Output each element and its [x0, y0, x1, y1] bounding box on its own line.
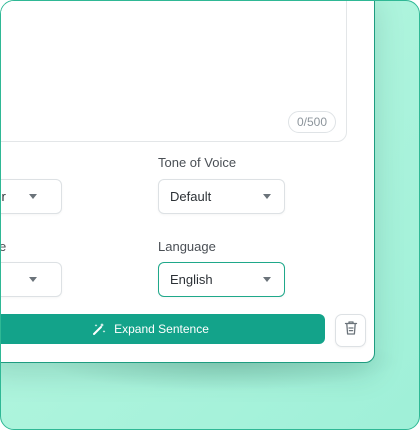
trash-icon — [344, 320, 358, 341]
left-label-2: ence — [1, 239, 6, 254]
expand-sentence-label: Expand Sentence — [114, 322, 209, 336]
caret-down-icon — [263, 194, 271, 199]
caret-down-icon — [29, 277, 37, 282]
tone-of-voice-label: Tone of Voice — [158, 155, 237, 170]
expand-sentence-button[interactable]: Expand Sentence — [1, 314, 325, 344]
sentence-expander-card: 0/500 ger Tone of Voice Default ence Lan… — [1, 1, 375, 363]
tone-of-voice-select[interactable]: Default — [158, 179, 285, 214]
caret-down-icon — [29, 194, 37, 199]
left-select-2[interactable] — [1, 262, 62, 297]
language-label: Language — [158, 239, 216, 254]
magic-wand-icon — [92, 322, 106, 336]
left-select-1-value: ger — [1, 189, 6, 204]
delete-button[interactable] — [335, 314, 366, 347]
tone-of-voice-value: Default — [170, 189, 212, 204]
sentence-input[interactable]: 0/500 — [1, 1, 347, 142]
caret-down-icon — [263, 277, 271, 282]
left-select-1[interactable]: ger — [1, 179, 62, 214]
language-select[interactable]: English — [158, 262, 285, 297]
language-value: English — [170, 272, 213, 287]
background-panel: 0/500 ger Tone of Voice Default ence Lan… — [0, 0, 420, 430]
character-counter: 0/500 — [287, 111, 336, 133]
